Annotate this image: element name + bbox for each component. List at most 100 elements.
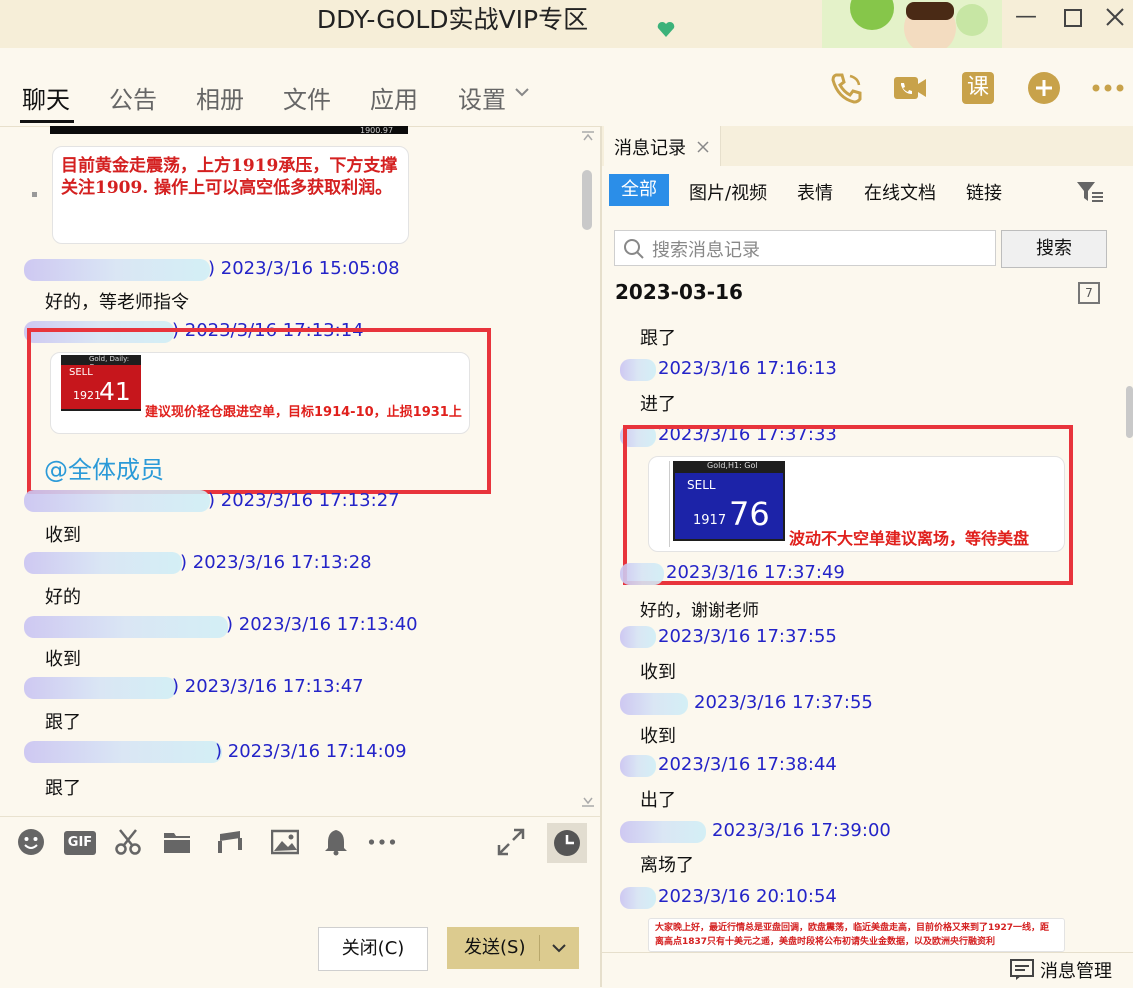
filter-icon[interactable] xyxy=(1076,180,1104,204)
search-input[interactable]: 搜索消息记录 xyxy=(614,230,996,266)
scroll-down-icon[interactable] xyxy=(580,796,596,808)
message-text[interactable]: 好的 xyxy=(45,583,81,609)
gif-icon[interactable]: GIF xyxy=(64,831,96,855)
tab-apps[interactable]: 应用 xyxy=(370,80,418,115)
highlight-box xyxy=(623,425,1073,585)
chat-scrollbar[interactable] xyxy=(582,170,592,230)
class-icon[interactable]: 课 xyxy=(962,72,994,104)
chat-message-list[interactable]: 1900.97 目前黄金走震荡，上方1919承压，下方支撑关注1909. 操作上… xyxy=(0,126,600,816)
scroll-up-icon[interactable] xyxy=(580,130,596,142)
filter-docs[interactable]: 在线文档 xyxy=(864,179,936,205)
date-heading: 2023-03-16 xyxy=(615,280,743,304)
window-title: DDY-GOLD实战VIP专区 xyxy=(316,5,589,34)
record-time: 2023/3/16 17:37:55 xyxy=(694,692,873,713)
expand-icon[interactable] xyxy=(497,828,525,856)
video-call-icon[interactable] xyxy=(892,70,928,106)
close-button[interactable]: 关闭(C) xyxy=(318,927,428,971)
send-label: 发送(S) xyxy=(464,937,526,958)
blurred-sender xyxy=(620,693,688,715)
message-text[interactable]: 好的，等老师指令 xyxy=(45,288,189,314)
bullet-dot xyxy=(32,192,37,197)
chevron-down-icon[interactable] xyxy=(551,942,567,954)
notice-card[interactable]: 大家晚上好，最近行情总是亚盘回调，欧盘震荡，临近美盘走高，目前价格又来到了192… xyxy=(648,918,1065,952)
highlight-box xyxy=(27,328,491,494)
close-icon[interactable] xyxy=(697,141,709,153)
search-placeholder: 搜索消息记录 xyxy=(652,240,760,261)
active-tab-indicator xyxy=(20,120,74,123)
search-icon xyxy=(624,239,644,259)
tab-settings[interactable]: 设置 xyxy=(458,80,506,115)
history-scrollbar[interactable] xyxy=(1126,386,1133,438)
record-text[interactable]: 收到 xyxy=(640,722,676,748)
chart-price-label: 1900.97 xyxy=(360,126,394,135)
scissors-icon[interactable] xyxy=(114,828,142,856)
more-icon[interactable] xyxy=(368,828,396,856)
music-icon[interactable] xyxy=(216,828,244,856)
folder-icon[interactable] xyxy=(163,828,191,856)
filter-media[interactable]: 图片/视频 xyxy=(689,179,767,205)
heart-icon xyxy=(657,21,675,37)
blurred-sender xyxy=(620,359,656,381)
message-text[interactable]: 跟了 xyxy=(45,708,81,734)
emoji-icon[interactable] xyxy=(17,828,45,856)
blurred-sender xyxy=(24,259,210,281)
more-icon[interactable] xyxy=(1090,70,1126,106)
chevron-down-icon[interactable] xyxy=(514,86,530,98)
record-text[interactable]: 出了 xyxy=(640,786,676,812)
close-window-button[interactable] xyxy=(1106,8,1124,26)
message-time: ) 2023/3/16 17:13:47 xyxy=(172,676,364,697)
message-text[interactable]: 收到 xyxy=(45,521,81,547)
class-label: 课 xyxy=(966,75,989,100)
record-time: 2023/3/16 20:10:54 xyxy=(658,886,837,907)
tab-announcement[interactable]: 公告 xyxy=(109,80,157,115)
add-icon[interactable] xyxy=(1026,70,1062,106)
blurred-sender xyxy=(24,741,222,763)
image-icon[interactable] xyxy=(271,828,299,856)
calendar-icon[interactable]: 7 xyxy=(1078,282,1100,304)
filter-links[interactable]: 链接 xyxy=(966,179,1002,205)
message-time: ) 2023/3/16 17:14:09 xyxy=(215,741,407,762)
history-button[interactable] xyxy=(547,823,587,863)
message-text[interactable]: 收到 xyxy=(45,645,81,671)
message-time: ) 2023/3/16 17:13:40 xyxy=(226,614,418,635)
tab-files[interactable]: 文件 xyxy=(283,80,331,115)
tab-album[interactable]: 相册 xyxy=(196,80,244,115)
minimize-button[interactable]: — xyxy=(1015,4,1037,29)
record-text[interactable]: 离场了 xyxy=(640,851,694,877)
bell-icon[interactable] xyxy=(322,828,350,856)
blurred-sender xyxy=(620,626,656,648)
text-image-card[interactable]: 目前黄金走震荡，上方1919承压，下方支撑关注1909. 操作上可以高空低多获取… xyxy=(52,146,409,244)
record-text[interactable]: 进了 xyxy=(640,390,676,416)
chart-image[interactable] xyxy=(50,126,408,134)
blurred-sender xyxy=(24,616,228,638)
history-tab-title: 消息记录 xyxy=(614,138,686,159)
search-button[interactable]: 搜索 xyxy=(1001,230,1107,268)
send-divider xyxy=(539,935,540,961)
message-text[interactable]: 跟了 xyxy=(45,774,81,800)
phone-call-icon[interactable] xyxy=(828,70,864,106)
history-icon xyxy=(554,830,580,856)
filter-all[interactable]: 全部 xyxy=(609,174,669,206)
record-text[interactable]: 跟了 xyxy=(640,324,676,350)
calendar-day: 7 xyxy=(1085,286,1093,300)
blurred-sender xyxy=(24,677,176,699)
maximize-button[interactable] xyxy=(1064,9,1082,27)
record-time: 2023/3/16 17:38:44 xyxy=(658,754,837,775)
message-time: ) 2023/3/16 15:05:08 xyxy=(208,258,400,279)
blurred-sender xyxy=(620,821,706,843)
record-time: 2023/3/16 17:37:49 xyxy=(666,562,845,580)
record-text[interactable]: 收到 xyxy=(640,658,676,684)
record-text[interactable]: 好的，谢谢老师 xyxy=(640,596,759,621)
blurred-sender xyxy=(24,552,182,574)
record-time: 2023/3/16 17:37:55 xyxy=(658,626,837,647)
blurred-sender xyxy=(24,490,210,512)
filter-stickers[interactable]: 表情 xyxy=(797,179,833,205)
record-time: 2023/3/16 17:39:00 xyxy=(712,820,891,841)
tab-chat[interactable]: 聊天 xyxy=(22,80,70,115)
blurred-sender xyxy=(620,887,656,909)
send-button[interactable]: 发送(S) xyxy=(447,927,579,969)
gif-label: GIF xyxy=(67,835,93,850)
card-text: 目前黄金走震荡，上方1919承压，下方支撑关注1909. 操作上可以高空低多获取… xyxy=(61,156,398,198)
panel-divider[interactable] xyxy=(600,126,602,987)
message-manager-icon xyxy=(1010,959,1034,980)
